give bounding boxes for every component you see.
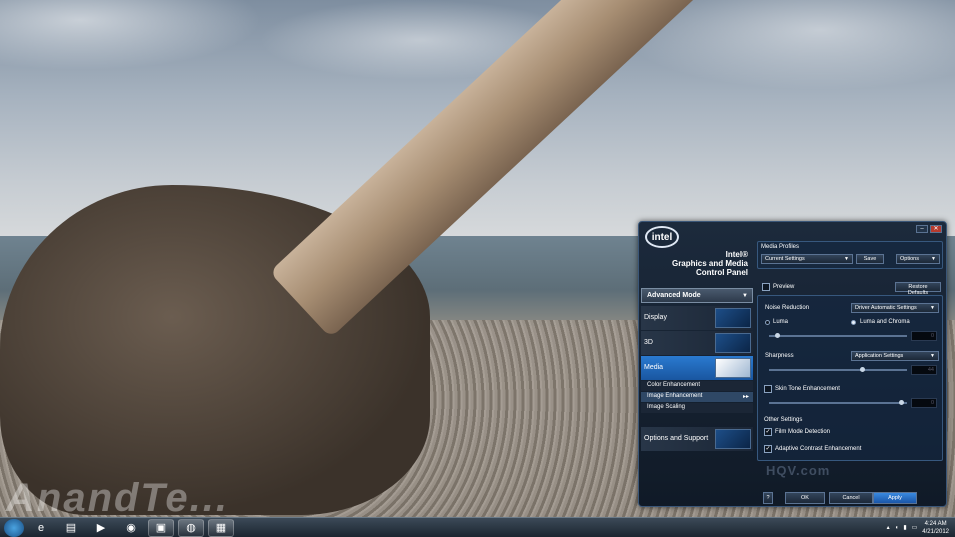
- profile-value: Current Settings: [765, 256, 805, 262]
- intel-panel-icon[interactable]: ▦: [208, 518, 234, 537]
- desktop: AnandTe... intel Intel® Graphics and Med…: [0, 0, 955, 537]
- chevron-down-icon: ▼: [844, 256, 849, 262]
- noise-slider-knob[interactable]: [775, 333, 780, 338]
- nav-options-support[interactable]: Options and Support: [641, 427, 753, 451]
- preview-label: Preview: [773, 284, 795, 290]
- app-icon-1[interactable]: ▣: [148, 518, 174, 537]
- profile-select[interactable]: Current Settings ▼: [761, 254, 853, 264]
- clock-date: 4/21/2012: [922, 528, 949, 535]
- media-player-icon[interactable]: ▶: [88, 519, 114, 537]
- ok-button[interactable]: OK: [785, 492, 825, 504]
- chevron-down-icon: ▼: [930, 305, 935, 311]
- sub-image-enhancement[interactable]: Image Enhancement ▸▸: [641, 392, 753, 402]
- nav-3d-label: 3D: [644, 339, 653, 346]
- display-thumbnail-icon: [715, 308, 751, 328]
- skin-tone-value-box[interactable]: 0: [911, 398, 937, 408]
- nav-media-label: Media: [644, 364, 664, 371]
- restore-defaults-button[interactable]: Restore Defaults: [895, 282, 941, 296]
- apply-button[interactable]: Apply: [873, 492, 917, 504]
- luma-chroma-label: Luma and Chroma: [860, 319, 910, 325]
- hqv-logo: HQV.com: [766, 463, 831, 478]
- network-icon[interactable]: ▮: [903, 524, 906, 531]
- 3d-thumbnail-icon: [715, 333, 751, 353]
- sub-image-scaling[interactable]: Image Scaling: [641, 403, 753, 413]
- cancel-button[interactable]: Cancel: [829, 492, 873, 504]
- start-button[interactable]: [4, 518, 24, 537]
- mode-dropdown[interactable]: Advanced Mode ▼: [641, 288, 753, 303]
- skin-tone-label: Skin Tone Enhancement: [775, 386, 840, 392]
- explorer-icon[interactable]: ▤: [58, 519, 84, 537]
- display-icon[interactable]: ▭: [912, 524, 918, 531]
- minimize-button[interactable]: –: [916, 225, 928, 233]
- tray-arrow-icon[interactable]: ▴: [887, 524, 890, 531]
- chevron-down-icon: ▼: [742, 293, 748, 299]
- skin-tone-slider-knob[interactable]: [899, 400, 904, 405]
- sharpness-label: Sharpness: [765, 353, 794, 359]
- sharpness-value-box[interactable]: 44: [911, 365, 937, 375]
- sharpness-slider-knob[interactable]: [860, 367, 865, 372]
- taskbar: e ▤ ▶ ◉ ▣ ◍ ▦ ▴ ◖ ▮ ▭ 4:24 AM 4/21/2012: [0, 517, 955, 537]
- noise-slider[interactable]: [769, 333, 907, 338]
- double-arrow-icon: ▸▸: [742, 394, 749, 400]
- noise-value-box[interactable]: 0: [911, 331, 937, 341]
- nav-media[interactable]: Media: [641, 356, 753, 380]
- options-thumbnail-icon: [715, 429, 751, 449]
- clock[interactable]: 4:24 AM 4/21/2012: [922, 520, 949, 536]
- help-button[interactable]: ?: [763, 492, 773, 504]
- skin-tone-checkbox[interactable]: [764, 385, 772, 393]
- intel-logo: intel: [645, 226, 679, 248]
- sub-color-enhancement[interactable]: Color Enhancement: [641, 381, 753, 391]
- sharpness-slider[interactable]: [769, 367, 907, 372]
- close-button[interactable]: ✕: [930, 225, 942, 233]
- save-button[interactable]: Save: [856, 254, 884, 264]
- panel-footer: ? OK Cancel Apply: [757, 491, 943, 505]
- other-settings-label: Other Settings: [764, 417, 803, 423]
- brand-line-3: Control Panel: [695, 268, 748, 277]
- mode-label: Advanced Mode: [647, 292, 701, 299]
- media-profiles-label: Media Profiles: [761, 244, 800, 250]
- adaptive-contrast-label: Adaptive Contrast Enhancement: [775, 446, 862, 452]
- adaptive-contrast-checkbox[interactable]: ✓: [764, 445, 772, 453]
- sub-image-enhancement-label: Image Enhancement: [647, 393, 703, 399]
- panel-sidebar: intel Intel® Graphics and Media Control …: [639, 222, 754, 506]
- firefox-icon[interactable]: ◉: [118, 519, 144, 537]
- volume-icon[interactable]: ◖: [895, 525, 899, 531]
- noise-reduction-label: Noise Reduction: [765, 305, 810, 311]
- sharpness-select[interactable]: Application Settings ▼: [851, 351, 939, 361]
- brand-line-1: Intel®: [725, 250, 748, 259]
- film-mode-label: Film Mode Detection: [775, 429, 831, 435]
- noise-reduction-value: Driver Automatic Settings: [855, 305, 917, 311]
- brand-line-2: Graphics and Media: [671, 259, 748, 268]
- film-mode-checkbox[interactable]: ✓: [764, 428, 772, 436]
- system-tray: ▴ ◖ ▮ ▭ 4:24 AM 4/21/2012: [887, 520, 955, 536]
- clock-time: 4:24 AM: [924, 520, 947, 527]
- nav-display-label: Display: [644, 314, 667, 321]
- nav-options-label: Options and Support: [644, 435, 709, 442]
- luma-radio[interactable]: [765, 320, 770, 325]
- chevron-down-icon: ▼: [930, 353, 935, 359]
- nav-display[interactable]: Display: [641, 306, 753, 330]
- preview-checkbox[interactable]: [762, 283, 770, 291]
- projector-thumbnail-icon: [715, 358, 751, 378]
- panel-brand: Intel® Graphics and Media Control Panel: [672, 250, 748, 277]
- chevron-down-icon: ▼: [931, 256, 936, 262]
- nav-3d[interactable]: 3D: [641, 331, 753, 355]
- sharpness-value: Application Settings: [855, 353, 904, 359]
- media-profiles-box: Media Profiles Current Settings ▼ Save Op…: [757, 241, 943, 269]
- skin-tone-slider[interactable]: [769, 400, 907, 405]
- app-icon-2[interactable]: ◍: [178, 518, 204, 537]
- noise-reduction-select[interactable]: Driver Automatic Settings ▼: [851, 303, 939, 313]
- luma-label: Luma: [773, 319, 789, 325]
- options-label: Options: [900, 256, 919, 262]
- luma-chroma-radio[interactable]: [851, 320, 856, 325]
- options-dropdown[interactable]: Options ▼: [896, 254, 940, 264]
- window-controls: – ✕: [916, 225, 942, 233]
- ie-icon[interactable]: e: [28, 519, 54, 537]
- watermark: AnandTe...: [6, 476, 229, 520]
